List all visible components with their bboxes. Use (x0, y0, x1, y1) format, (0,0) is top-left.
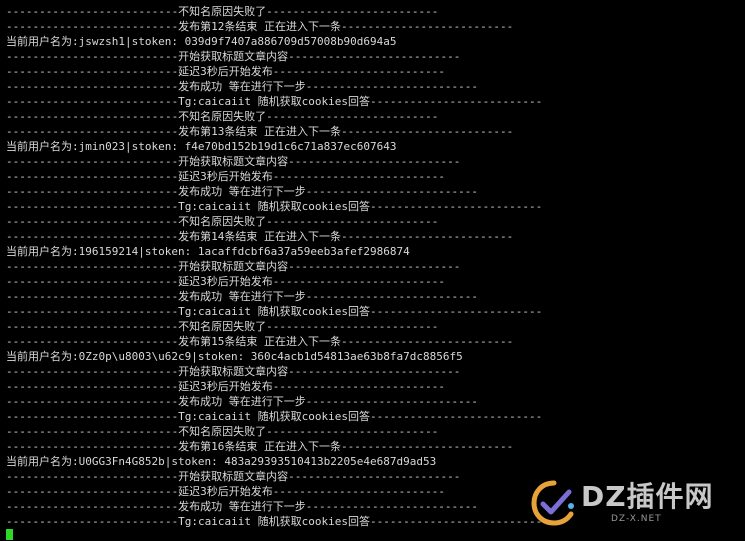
terminal-line: 当前用户名为:196159214|stoken: 1acaffdcbf6a37a… (6, 245, 410, 258)
terminal-line: --------------------------不知名原因失败了------… (6, 425, 439, 438)
terminal-output: --------------------------不知名原因失败了------… (6, 4, 745, 529)
terminal-line: --------------------------不知名原因失败了------… (6, 5, 439, 18)
terminal-line: 当前用户名为:0Zz0p\u8003\u62c9|stoken: 360c4ac… (6, 350, 463, 363)
terminal-line: --------------------------开始获取标题文章内容----… (6, 50, 461, 63)
terminal-line: 当前用户名为:U0GG3Fn4G852b|stoken: 483a2939351… (6, 455, 437, 468)
terminal-line: --------------------------延迟3秒后开始发布-----… (6, 380, 445, 393)
terminal-line: --------------------------发布第15条结束 正在进入下… (6, 335, 514, 348)
watermark-title: DZ插件网 (581, 479, 714, 513)
terminal-line: --------------------------发布第13条结束 正在进入下… (6, 125, 514, 138)
terminal-line: --------------------------发布成功 等在进行下一步--… (6, 185, 478, 198)
terminal-window[interactable]: --------------------------不知名原因失败了------… (0, 0, 745, 541)
watermark-subtitle: DZ-X.NET (611, 513, 662, 524)
terminal-line: --------------------------Tg:caicaiit 随机… (6, 305, 543, 318)
terminal-line: 当前用户名为:jswzsh1|stoken: 039d9f7407a886709… (6, 35, 397, 48)
terminal-line: --------------------------不知名原因失败了------… (6, 110, 439, 123)
terminal-line: --------------------------不知名原因失败了------… (6, 215, 439, 228)
dz-logo-icon (531, 480, 574, 526)
terminal-line: --------------------------发布成功 等在进行下一步--… (6, 395, 478, 408)
terminal-line: --------------------------发布成功 等在进行下一步--… (6, 290, 478, 303)
terminal-line: --------------------------发布成功 等在进行下一步--… (6, 80, 478, 93)
terminal-line: --------------------------Tg:caicaiit 随机… (6, 410, 543, 423)
watermark-logo: DZ插件网 DZ-X.NET (531, 479, 729, 527)
terminal-line: --------------------------延迟3秒后开始发布-----… (6, 275, 445, 288)
terminal-line: --------------------------开始获取标题文章内容----… (6, 155, 461, 168)
terminal-line: --------------------------Tg:caicaiit 随机… (6, 95, 543, 108)
terminal-line: --------------------------发布第16条结束 正在进入下… (6, 440, 514, 453)
terminal-line: --------------------------发布第14条结束 正在进入下… (6, 230, 514, 243)
terminal-cursor (6, 529, 13, 540)
terminal-line: --------------------------发布第12条结束 正在进入下… (6, 20, 514, 33)
terminal-line: --------------------------延迟3秒后开始发布-----… (6, 170, 445, 183)
terminal-line: --------------------------延迟3秒后开始发布-----… (6, 65, 445, 78)
terminal-line: --------------------------不知名原因失败了------… (6, 320, 439, 333)
terminal-line: --------------------------开始获取标题文章内容----… (6, 365, 461, 378)
terminal-line: 当前用户名为:jmin023|stoken: f4e70bd152b19d1c6… (6, 140, 397, 153)
terminal-line: --------------------------Tg:caicaiit 随机… (6, 200, 543, 213)
terminal-line: --------------------------开始获取标题文章内容----… (6, 260, 461, 273)
